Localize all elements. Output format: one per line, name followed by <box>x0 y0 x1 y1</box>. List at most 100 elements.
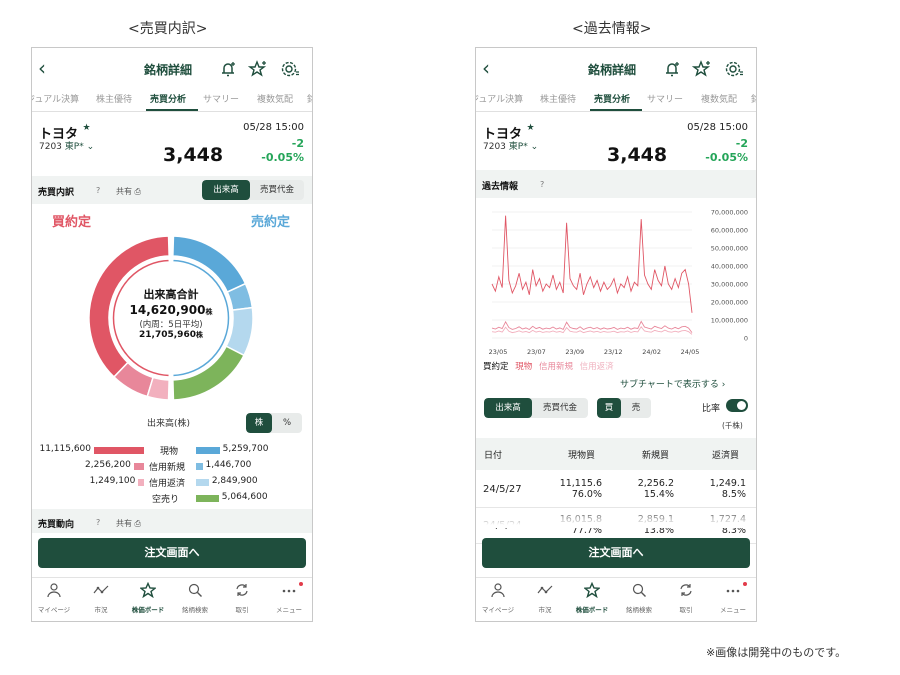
stock-price: 3,448 <box>607 144 668 166</box>
breakdown-section-bar: 売買内訳 ? 共有 ⎙ 出来高 売買代金 <box>32 176 312 204</box>
tab-multi-quote[interactable]: 複数気配 <box>701 92 737 105</box>
nav-label: 銘柄検索 <box>626 606 652 614</box>
nav-item-trade[interactable]: 取引 <box>216 582 268 614</box>
price-change-pct: -0.05% <box>705 151 748 164</box>
nav-item-more[interactable]: メニュー <box>707 582 756 614</box>
x-tick-label: 24/05 <box>681 348 700 356</box>
nav-label: 取引 <box>679 606 693 614</box>
star-plus-icon[interactable] <box>691 59 712 79</box>
toggle-value[interactable]: 売買代金 <box>532 398 588 418</box>
y-tick-label: 30,000,000 <box>711 281 748 289</box>
buy-label: 買約定 <box>52 215 92 230</box>
bell-plus-icon[interactable] <box>662 59 682 79</box>
stock-code: 7203 東P* ⌄ <box>483 142 539 152</box>
help-icon[interactable]: ? <box>540 180 544 189</box>
gear-icon[interactable] <box>280 59 300 79</box>
tab-trade-analysis[interactable]: 売買分析 <box>594 92 630 105</box>
y-tick-label: 0 <box>744 335 748 343</box>
toggle-value[interactable]: 売買代金 <box>250 180 304 200</box>
nav-item-market[interactable]: 市況 <box>75 582 127 614</box>
gear-icon[interactable] <box>724 59 744 79</box>
buy-bar <box>138 479 144 486</box>
tab-more[interactable]: 銘 <box>751 92 756 105</box>
nav-item-more[interactable]: メニュー <box>263 582 312 614</box>
subchart-link[interactable]: サブチャートで表示する › <box>620 377 725 390</box>
tab-summary[interactable]: サマリー <box>203 92 239 105</box>
buy-volume: 2,256,200 <box>85 460 131 470</box>
back-button[interactable]: ‹ <box>482 57 500 79</box>
legend-cash[interactable]: 現物 <box>515 362 532 372</box>
toggle-buy[interactable]: 買 <box>597 398 621 418</box>
tab-benefits[interactable]: 株主優待 <box>96 92 132 105</box>
share-button[interactable]: 共有 ⎙ <box>116 186 141 197</box>
category-label: 現物 <box>160 447 179 457</box>
more-icon <box>282 589 296 593</box>
history-section-bar: 過去情報 ? <box>476 170 756 198</box>
nav-item-star[interactable]: 株価ボード <box>566 581 618 614</box>
market-select[interactable]: 東P* ⌄ <box>65 142 94 152</box>
row-date: 24/5/27 <box>483 484 522 495</box>
share-button[interactable]: 共有 ⎙ <box>116 518 141 529</box>
nav-item-trade[interactable]: 取引 <box>660 582 712 614</box>
favorite-star-icon[interactable]: ★ <box>83 123 91 133</box>
page-title: 銘柄詳細 <box>144 63 193 77</box>
nav-item-search[interactable]: 銘柄検索 <box>169 582 221 614</box>
tab-trade-analysis[interactable]: 売買分析 <box>150 92 186 105</box>
sell-volume: 5,259,700 <box>222 444 269 454</box>
buy-bar <box>94 447 144 454</box>
nav-item-search[interactable]: 銘柄検索 <box>613 582 665 614</box>
help-icon[interactable]: ? <box>96 518 100 527</box>
nav-item-person[interactable]: マイページ <box>476 582 524 614</box>
sell-bar <box>196 479 209 486</box>
total-title: 出来高合計 <box>143 288 199 301</box>
nav-item-person[interactable]: マイページ <box>32 582 80 614</box>
order-button[interactable]: 注文画面へ <box>482 538 750 568</box>
favorite-star-icon[interactable]: ★ <box>527 123 535 133</box>
x-tick-label: 23/12 <box>604 348 623 356</box>
nav-label: マイページ <box>37 606 71 614</box>
toggle-volume[interactable]: 出来高 <box>202 180 250 200</box>
sell-bar <box>196 495 219 502</box>
toggle-sell[interactable]: 売 <box>621 398 651 418</box>
page-title: 銘柄詳細 <box>588 63 637 77</box>
back-button[interactable]: ‹ <box>38 57 56 79</box>
toggle-shares[interactable]: 株 <box>246 413 272 433</box>
help-icon[interactable]: ? <box>96 186 100 195</box>
tab-benefits[interactable]: 株主優待 <box>540 92 576 105</box>
table-fade <box>476 508 756 528</box>
legend-margin-new[interactable]: 信用新規 <box>539 362 573 372</box>
bottom-nav: マイページ 市況 株価ボード 銘柄検索 取引 メニュー <box>32 577 312 621</box>
active-tab-indicator <box>590 109 642 111</box>
tab-results[interactable]: ジュアル決算 <box>32 92 79 105</box>
tab-more[interactable]: 銘 <box>307 92 312 105</box>
tab-results[interactable]: ジュアル決算 <box>476 92 523 105</box>
tab-summary[interactable]: サマリー <box>647 92 683 105</box>
star-plus-icon[interactable] <box>247 59 268 79</box>
nav-item-market[interactable]: 市況 <box>519 582 571 614</box>
quote-time: 05/28 15:00 <box>687 122 748 133</box>
star-icon <box>139 581 157 599</box>
market-select[interactable]: 東P* ⌄ <box>509 142 538 152</box>
nav-label: 取引 <box>235 606 249 614</box>
sell-volume: 1,446,700 <box>205 460 252 470</box>
toggle-volume[interactable]: 出来高 <box>484 398 532 418</box>
value-toggle: 出来高 売買代金 <box>202 180 304 200</box>
y-tick-label: 40,000,000 <box>711 263 748 271</box>
buy-volume: 11,115,600 <box>39 444 91 454</box>
nav-label: メニュー <box>276 606 302 614</box>
search-icon <box>188 583 202 597</box>
notification-dot <box>743 582 747 586</box>
price-change: -2 <box>291 137 304 150</box>
table-row[interactable]: 24/5/27 11,115.6 76.0% 2,256.2 15.4% 1,249.1 8… <box>476 472 756 508</box>
tab-multi-quote[interactable]: 複数気配 <box>257 92 293 105</box>
bell-plus-icon[interactable] <box>218 59 238 79</box>
toggle-percent[interactable]: % <box>272 413 302 433</box>
unit-label: (千株) <box>722 421 743 430</box>
legend-margin-repay[interactable]: 信用返済 <box>580 362 614 372</box>
ratio-switch[interactable] <box>726 399 748 412</box>
sell-label: 売約定 <box>250 215 290 230</box>
y-tick-label: 20,000,000 <box>711 299 748 307</box>
donut-center: 出来高合計 14,620,900株 (内周：5日平均) 21,705,960株 <box>88 286 254 340</box>
order-button[interactable]: 注文画面へ <box>38 538 306 568</box>
nav-item-star[interactable]: 株価ボード <box>122 581 174 614</box>
